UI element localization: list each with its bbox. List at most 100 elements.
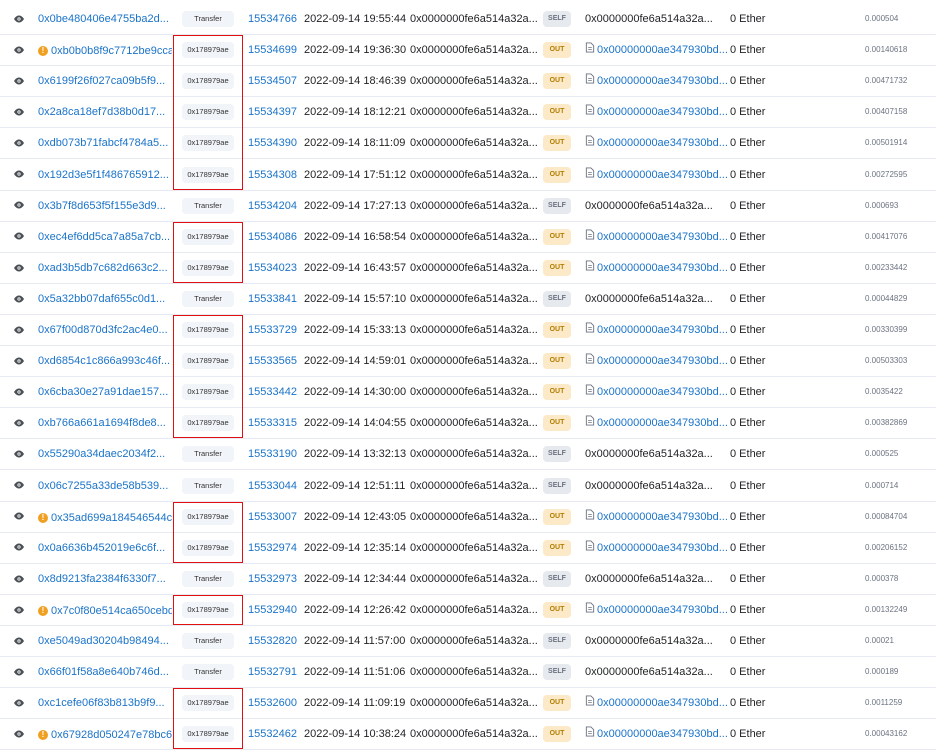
- eye-icon[interactable]: [8, 630, 30, 652]
- block-link[interactable]: 15534086: [248, 222, 297, 252]
- block-link[interactable]: 15532974: [248, 533, 297, 563]
- tx-hash-text[interactable]: 0x66f01f58a8e640b746d...: [38, 657, 169, 687]
- to-address-text[interactable]: 0x00000000ae347930bd...: [597, 35, 728, 65]
- block-link[interactable]: 15533315: [248, 408, 297, 438]
- to-address-text[interactable]: 0x00000000ae347930bd...: [597, 222, 728, 252]
- tx-hash-link[interactable]: 0xe5049ad30204b98494...: [38, 626, 172, 656]
- to-address[interactable]: 0x00000000ae347930bd...: [585, 35, 728, 65]
- tx-hash-text[interactable]: 0x8d9213fa2384f6330f7...: [38, 564, 166, 594]
- to-address-text[interactable]: 0x00000000ae347930bd...: [597, 377, 728, 407]
- block-link[interactable]: 15532462: [248, 719, 297, 749]
- tx-hash-link[interactable]: 0xd6854c1c866a993c46f...: [38, 346, 172, 376]
- eye-icon[interactable]: [8, 475, 30, 497]
- block-link[interactable]: 15533044: [248, 471, 297, 501]
- tx-hash-link[interactable]: 0x8d9213fa2384f6330f7...: [38, 564, 172, 594]
- tx-hash-text[interactable]: 0x0a6636b452019e6c6f...: [38, 533, 165, 563]
- tx-hash-text[interactable]: 0x6cba30e27a91dae157...: [38, 377, 168, 407]
- block-link[interactable]: 15532820: [248, 626, 297, 656]
- tx-hash-link[interactable]: 0xc1cefe06f83b813b9f9...: [38, 688, 172, 718]
- to-address[interactable]: 0x00000000ae347930bd...: [585, 97, 728, 127]
- block-link[interactable]: 15534308: [248, 160, 297, 190]
- eye-icon[interactable]: [8, 319, 30, 341]
- tx-hash-text[interactable]: 0x67f00d870d3fc2ac4e0...: [38, 315, 168, 345]
- eye-icon[interactable]: [8, 661, 30, 683]
- tx-hash-link[interactable]: 0x06c7255a33de58b539...: [38, 471, 172, 501]
- eye-icon[interactable]: [8, 443, 30, 465]
- to-address[interactable]: 0x00000000ae347930bd...: [585, 533, 728, 563]
- tx-hash-text[interactable]: 0x35ad699a184546544c...: [51, 503, 172, 532]
- tx-hash-text[interactable]: 0x67928d050247e78bc6...: [51, 720, 172, 749]
- to-address[interactable]: 0x00000000ae347930bd...: [585, 160, 728, 190]
- tx-hash-link[interactable]: 0x67f00d870d3fc2ac4e0...: [38, 315, 172, 345]
- tx-hash-text[interactable]: 0xec4ef6dd5ca7a85a7cb...: [38, 222, 170, 252]
- to-address[interactable]: 0x00000000ae347930bd...: [585, 688, 728, 718]
- eye-icon[interactable]: [8, 226, 30, 248]
- tx-hash-text[interactable]: 0xdb073b71fabcf4784a5...: [38, 128, 168, 158]
- block-link[interactable]: 15533442: [248, 377, 297, 407]
- to-address-text[interactable]: 0x00000000ae347930bd...: [597, 253, 728, 283]
- to-address-text[interactable]: 0x00000000ae347930bd...: [597, 160, 728, 190]
- eye-icon[interactable]: [8, 723, 30, 745]
- to-address-text[interactable]: 0x00000000ae347930bd...: [597, 595, 728, 625]
- to-address-text[interactable]: 0x00000000ae347930bd...: [597, 408, 728, 438]
- to-address-text[interactable]: 0x00000000ae347930bd...: [597, 533, 728, 563]
- tx-hash-text[interactable]: 0x06c7255a33de58b539...: [38, 471, 168, 501]
- tx-hash-link[interactable]: 0x0be480406e4755ba2d...: [38, 4, 172, 34]
- tx-hash-text[interactable]: 0xd6854c1c866a993c46f...: [38, 346, 170, 376]
- tx-hash-link[interactable]: 0x0a6636b452019e6c6f...: [38, 533, 172, 563]
- to-address[interactable]: 0x00000000ae347930bd...: [585, 66, 728, 96]
- to-address-text[interactable]: 0x00000000ae347930bd...: [597, 66, 728, 96]
- eye-icon[interactable]: [8, 70, 30, 92]
- tx-hash-text[interactable]: 0x2a8ca18ef7d38b0d17...: [38, 97, 165, 127]
- to-address[interactable]: 0x00000000ae347930bd...: [585, 595, 728, 625]
- block-link[interactable]: 15534204: [248, 191, 297, 221]
- block-link[interactable]: 15534397: [248, 97, 297, 127]
- eye-icon[interactable]: [8, 195, 30, 217]
- tx-hash-text[interactable]: 0x7c0f80e514ca650cebd...: [51, 596, 172, 625]
- tx-hash-link[interactable]: 0x2a8ca18ef7d38b0d17...: [38, 97, 172, 127]
- eye-icon[interactable]: [8, 257, 30, 279]
- block-link[interactable]: 15534766: [248, 4, 297, 34]
- tx-hash-link[interactable]: 0x66f01f58a8e640b746d...: [38, 657, 172, 687]
- block-link[interactable]: 15533565: [248, 346, 297, 376]
- eye-icon[interactable]: [8, 599, 30, 621]
- to-address[interactable]: 0x00000000ae347930bd...: [585, 128, 728, 158]
- tx-hash-text[interactable]: 0xb766a661a1694f8de8...: [38, 408, 166, 438]
- eye-icon[interactable]: [8, 39, 30, 61]
- tx-hash-link[interactable]: 0x6199f26f027ca09b5f9...: [38, 66, 172, 96]
- tx-hash-link[interactable]: 0x192d3e5f1f486765912...: [38, 160, 172, 190]
- to-address[interactable]: 0x00000000ae347930bd...: [585, 222, 728, 252]
- eye-icon[interactable]: [8, 8, 30, 30]
- to-address[interactable]: 0x00000000ae347930bd...: [585, 315, 728, 345]
- eye-icon[interactable]: [8, 537, 30, 559]
- block-link[interactable]: 15534390: [248, 128, 297, 158]
- block-link[interactable]: 15533007: [248, 502, 297, 532]
- tx-hash-text[interactable]: 0x55290a34daec2034f2...: [38, 439, 165, 469]
- tx-hash-link[interactable]: 0x6cba30e27a91dae157...: [38, 377, 172, 407]
- tx-hash-link[interactable]: 0xdb073b71fabcf4784a5...: [38, 128, 172, 158]
- tx-hash-link[interactable]: ! 0x35ad699a184546544c...: [38, 502, 172, 532]
- eye-icon[interactable]: [8, 288, 30, 310]
- eye-icon[interactable]: [8, 132, 30, 154]
- block-link[interactable]: 15532600: [248, 688, 297, 718]
- to-address-text[interactable]: 0x00000000ae347930bd...: [597, 502, 728, 532]
- block-link[interactable]: 15532791: [248, 657, 297, 687]
- tx-hash-link[interactable]: ! 0x67928d050247e78bc6...: [38, 719, 172, 749]
- to-address[interactable]: 0x00000000ae347930bd...: [585, 253, 728, 283]
- to-address-text[interactable]: 0x00000000ae347930bd...: [597, 97, 728, 127]
- eye-icon[interactable]: [8, 164, 30, 186]
- block-link[interactable]: 15534023: [248, 253, 297, 283]
- tx-hash-text[interactable]: 0xb0b0b8f9c7712be9cca...: [51, 36, 172, 65]
- to-address[interactable]: 0x00000000ae347930bd...: [585, 502, 728, 532]
- block-link[interactable]: 15532973: [248, 564, 297, 594]
- to-address-text[interactable]: 0x00000000ae347930bd...: [597, 688, 728, 718]
- block-link[interactable]: 15533190: [248, 439, 297, 469]
- tx-hash-text[interactable]: 0x5a32bb07daf655c0d1...: [38, 284, 165, 314]
- eye-icon[interactable]: [8, 412, 30, 434]
- tx-hash-text[interactable]: 0xad3b5db7c682d663c2...: [38, 253, 168, 283]
- to-address-text[interactable]: 0x00000000ae347930bd...: [597, 719, 728, 749]
- tx-hash-link[interactable]: ! 0xb0b0b8f9c7712be9cca...: [38, 35, 172, 65]
- tx-hash-link[interactable]: 0xad3b5db7c682d663c2...: [38, 253, 172, 283]
- to-address[interactable]: 0x00000000ae347930bd...: [585, 408, 728, 438]
- to-address-text[interactable]: 0x00000000ae347930bd...: [597, 315, 728, 345]
